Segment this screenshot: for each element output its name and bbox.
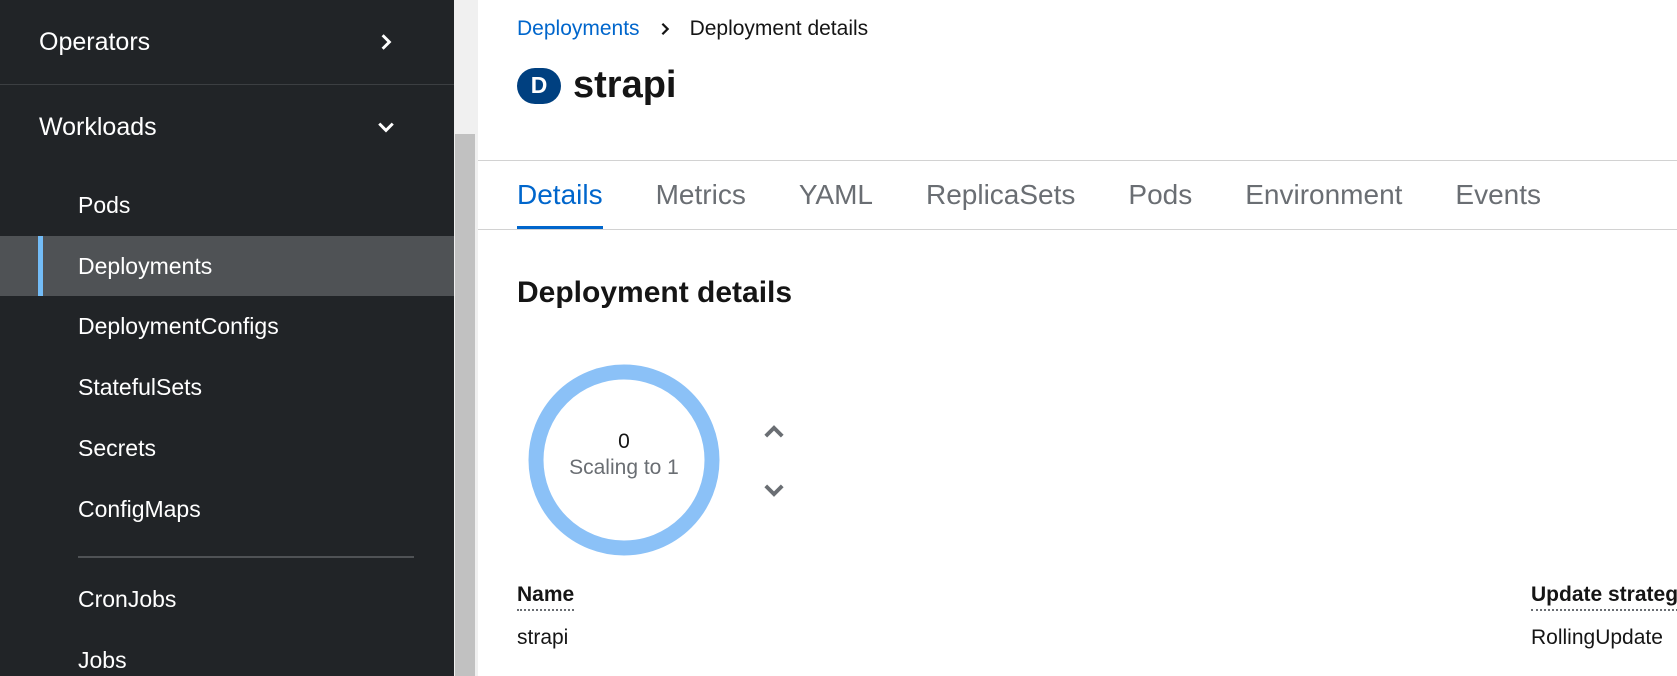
sidebar-item-pods[interactable]: Pods [0, 175, 454, 235]
section-title: Deployment details [517, 276, 793, 309]
tab-yaml[interactable]: YAML [799, 161, 873, 229]
breadcrumb: Deployments Deployment details [517, 17, 868, 41]
sidebar-item-label: Pods [78, 191, 131, 218]
page-header: D strapi [517, 64, 676, 107]
scale-up-button[interactable] [760, 418, 788, 446]
scrollbar-thumb[interactable] [455, 134, 475, 676]
page-title: strapi [573, 64, 677, 106]
sidebar-nav: Operators Workloads Pods Deployments Dep… [0, 0, 454, 676]
tab-events[interactable]: Events [1455, 161, 1541, 229]
tab-pods[interactable]: Pods [1128, 161, 1192, 229]
tabs-divider [478, 229, 1677, 230]
pod-count: 0 [618, 430, 630, 453]
tab-environment[interactable]: Environment [1245, 161, 1402, 229]
update-strategy-label[interactable]: Update strategy [1531, 583, 1677, 611]
tab-metrics[interactable]: Metrics [656, 161, 746, 229]
sidebar-item-jobs[interactable]: Jobs [0, 630, 454, 676]
angle-up-icon [764, 425, 784, 438]
scale-down-button[interactable] [760, 476, 788, 504]
nav-group-workloads[interactable]: Workloads [0, 85, 454, 169]
breadcrumb-current: Deployment details [689, 17, 869, 40]
tab-replicasets[interactable]: ReplicaSets [926, 161, 1075, 229]
pod-ring: 0 Scaling to 1 [526, 362, 722, 558]
sidebar-item-cronjobs[interactable]: CronJobs [0, 569, 454, 629]
main-content: Deployments Deployment details D strapi … [478, 0, 1677, 676]
sidebar-item-statefulsets[interactable]: StatefulSets [0, 357, 454, 417]
nav-group-label: Workloads [39, 112, 157, 141]
sidebar-item-label: StatefulSets [78, 373, 203, 400]
nav-group-operators[interactable]: Operators [0, 0, 454, 84]
name-label[interactable]: Name [517, 583, 575, 611]
nav-group-label: Operators [39, 27, 151, 56]
resource-badge: D [517, 67, 561, 104]
update-strategy-value: RollingUpdate [1531, 626, 1663, 649]
sidebar-item-label: Jobs [78, 646, 127, 673]
sidebar-item-label: DeploymentConfigs [78, 312, 279, 339]
sidebar-item-label: CronJobs [78, 585, 177, 612]
chevron-down-icon [376, 117, 396, 137]
tab-bar: Details Metrics YAML ReplicaSets Pods En… [517, 161, 1594, 229]
breadcrumb-chevron-icon [658, 22, 672, 36]
pod-status: Scaling to 1 [569, 456, 679, 479]
chevron-right-icon [376, 32, 396, 52]
nav-section-divider [78, 556, 414, 558]
tab-details[interactable]: Details [517, 161, 603, 229]
sidebar-item-secrets[interactable]: Secrets [0, 418, 454, 478]
sidebar-item-label: Deployments [78, 252, 213, 279]
sidebar-item-label: ConfigMaps [78, 495, 201, 522]
sidebar-item-label: Secrets [78, 434, 156, 461]
sidebar-item-deployments[interactable]: Deployments [0, 236, 454, 296]
name-value: strapi [517, 626, 569, 649]
sidebar-item-deploymentconfigs[interactable]: DeploymentConfigs [0, 296, 454, 356]
sidebar-item-configmaps[interactable]: ConfigMaps [0, 479, 454, 539]
angle-down-icon [764, 484, 784, 497]
breadcrumb-link-deployments[interactable]: Deployments [517, 17, 640, 41]
